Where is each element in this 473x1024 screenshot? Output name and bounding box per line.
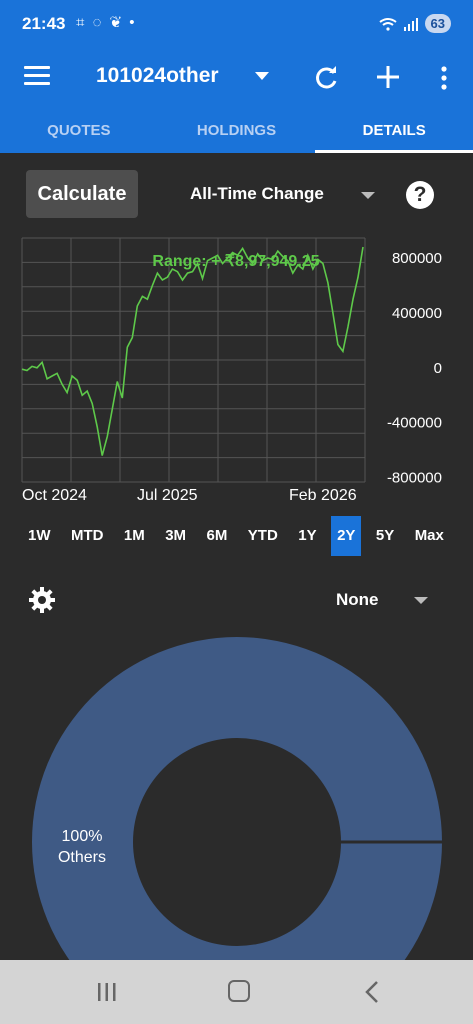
x-tick-label: Oct 2024 [22, 487, 87, 504]
toolbar: 101024other [0, 52, 473, 104]
range-1y[interactable]: 1Y [292, 516, 322, 556]
signal-icon [403, 17, 418, 31]
status-right: 63 [378, 14, 451, 33]
range-3m[interactable]: 3M [159, 516, 192, 556]
y-tick-label: -800000 [387, 470, 442, 487]
app-header: 21:43 ⌗ ◌ ❦ • 63 101024other QUOTES HOLD… [0, 0, 473, 153]
range-5y[interactable]: 5Y [370, 516, 400, 556]
status-time: 21:43 [22, 14, 66, 33]
grouping-caret-icon[interactable] [414, 597, 428, 604]
tab-quotes[interactable]: QUOTES [0, 112, 158, 153]
range-1m[interactable]: 1M [118, 516, 151, 556]
range-6m[interactable]: 6M [201, 516, 234, 556]
y-tick-label: 0 [434, 360, 442, 377]
wifi-icon [378, 17, 397, 31]
grouping-select[interactable]: None [336, 590, 379, 610]
donut-hole [133, 738, 341, 946]
range-2y[interactable]: 2Y [331, 516, 362, 556]
tab-holdings[interactable]: HOLDINGS [158, 112, 316, 153]
menu-icon[interactable] [24, 66, 50, 88]
change-mode-caret-icon[interactable] [361, 192, 375, 199]
performance-chart[interactable]: 800000 400000 0 -400000 -800000 Oct 2024 Jul 2… [0, 230, 473, 510]
app-root: 21:43 ⌗ ◌ ❦ • 63 101024other QUOTES HOLD… [0, 0, 473, 1024]
recent-apps-icon[interactable] [96, 982, 118, 1002]
series-line [21, 246, 364, 456]
home-icon[interactable] [228, 980, 250, 1002]
y-tick-label: 400000 [392, 305, 442, 322]
system-nav-bar [0, 960, 473, 1024]
range-mtd[interactable]: MTD [65, 516, 110, 556]
back-icon[interactable] [362, 980, 382, 1004]
allocation-donut[interactable] [0, 630, 473, 960]
y-tick-label: 800000 [392, 250, 442, 267]
more-vert-icon[interactable] [434, 64, 454, 92]
x-tick-label: Feb 2026 [289, 487, 357, 504]
chevron-down-icon[interactable] [255, 72, 269, 80]
notification-icons: ⌗ ◌ ❦ • [76, 14, 137, 31]
add-icon[interactable] [375, 64, 401, 90]
gear-icon[interactable] [28, 586, 56, 614]
x-tick-label: Jul 2025 [137, 487, 198, 504]
status-bar: 21:43 ⌗ ◌ ❦ • 63 [0, 0, 473, 50]
help-icon[interactable]: ? [406, 181, 434, 209]
range-selector: 1W MTD 1M 3M 6M YTD 1Y 2Y 5Y Max [22, 516, 450, 556]
refresh-icon[interactable] [312, 64, 340, 92]
tab-details[interactable]: DETAILS [315, 112, 473, 153]
y-tick-label: -400000 [387, 415, 442, 432]
range-1w[interactable]: 1W [22, 516, 57, 556]
change-mode-select[interactable]: All-Time Change [190, 184, 324, 204]
portfolio-title[interactable]: 101024other [96, 64, 219, 88]
donut-slice-label: 100% Others [57, 828, 106, 866]
calculate-button[interactable]: Calculate [26, 170, 138, 218]
range-annotation: Range: + ₹8,97,949.25 [152, 253, 319, 270]
tab-bar: QUOTES HOLDINGS DETAILS [0, 112, 473, 153]
battery-indicator: 63 [424, 14, 451, 33]
range-max[interactable]: Max [409, 516, 450, 556]
range-ytd[interactable]: YTD [242, 516, 284, 556]
